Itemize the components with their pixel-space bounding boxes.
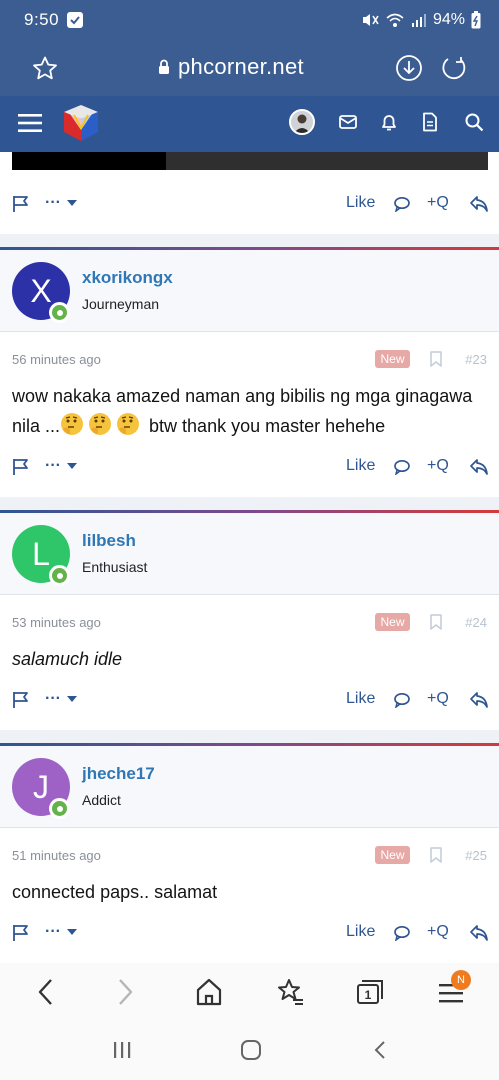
post-actions: ··· Like +Q	[0, 686, 499, 716]
url-text: phcorner.net	[178, 54, 304, 79]
multiquote-button[interactable]: +Q	[427, 457, 449, 475]
recent-apps-icon[interactable]	[112, 1040, 132, 1060]
multiquote-button[interactable]: +Q	[427, 923, 449, 941]
menu-notification-badge: N	[451, 970, 471, 990]
like-button[interactable]: Like	[346, 690, 375, 708]
reply-icon[interactable]	[393, 459, 411, 475]
multiquote-button[interactable]: +Q	[427, 690, 449, 708]
mail-icon[interactable]	[338, 112, 358, 132]
share-icon[interactable]	[469, 458, 489, 476]
star-bookmark-icon[interactable]	[32, 56, 58, 80]
online-status-icon	[49, 302, 70, 323]
username[interactable]: jheche17	[82, 764, 155, 784]
new-badge: New	[375, 846, 410, 864]
checkbox-notification-icon	[67, 12, 84, 28]
post-card: J jheche17 Addict 51 minutes ago New #25…	[0, 743, 499, 963]
battery-icon	[471, 11, 481, 29]
browser-bottom-bar: 1 N	[0, 963, 499, 1080]
thinking-emoji-icon	[60, 412, 144, 436]
post-message: wow nakaka amazed naman ang bibilis ng m…	[12, 381, 490, 441]
bookmarks-icon[interactable]	[276, 977, 304, 1007]
more-options-button[interactable]: ···	[45, 924, 77, 940]
post-number[interactable]: #24	[465, 615, 487, 630]
reload-icon[interactable]	[440, 54, 468, 82]
site-header	[0, 96, 499, 152]
share-icon[interactable]	[469, 691, 489, 709]
tabs-count: 1	[364, 988, 372, 1002]
share-icon[interactable]	[469, 195, 489, 213]
post-card: L lilbesh Enthusiast 53 minutes ago New …	[0, 510, 499, 730]
post-timestamp[interactable]: 56 minutes ago	[12, 352, 101, 367]
download-icon[interactable]	[395, 54, 423, 82]
post-actions: ··· Like +Q	[0, 190, 499, 220]
wifi-icon	[386, 13, 404, 27]
post-card-previous: ··· Like +Q	[0, 152, 499, 234]
bookmark-icon[interactable]	[430, 847, 442, 863]
like-button[interactable]: Like	[346, 923, 375, 941]
back-arrow-icon[interactable]	[34, 977, 56, 1007]
post-number[interactable]: #23	[465, 352, 487, 367]
post-message: connected paps.. salamat	[12, 882, 218, 902]
report-flag-icon[interactable]	[12, 691, 30, 709]
post-actions: ··· Like +Q	[0, 453, 499, 483]
embedded-image	[12, 152, 488, 170]
signal-icon	[411, 14, 426, 27]
post-number[interactable]: #25	[465, 848, 487, 863]
post-user-header: L lilbesh Enthusiast	[0, 513, 499, 595]
more-options-button[interactable]: ···	[45, 195, 77, 211]
battery-percent: 94%	[432, 11, 465, 28]
report-flag-icon[interactable]	[12, 195, 30, 213]
share-icon[interactable]	[469, 924, 489, 942]
document-icon[interactable]	[421, 112, 439, 132]
post-actions: ··· Like +Q	[0, 919, 499, 949]
more-options-button[interactable]: ···	[45, 691, 77, 707]
multiquote-button[interactable]: +Q	[427, 194, 449, 212]
report-flag-icon[interactable]	[12, 924, 30, 942]
tabs-icon[interactable]: 1	[355, 977, 385, 1007]
home-icon[interactable]	[195, 977, 223, 1007]
new-badge: New	[375, 613, 410, 631]
username[interactable]: lilbesh	[82, 531, 136, 551]
bookmark-icon[interactable]	[430, 614, 442, 630]
bookmark-icon[interactable]	[430, 351, 442, 367]
post-user-header: J jheche17 Addict	[0, 746, 499, 828]
user-title: Journeyman	[82, 296, 160, 312]
more-options-button[interactable]: ···	[45, 458, 77, 474]
post-user-header: X xkorikongx Journeyman	[0, 250, 499, 332]
user-title: Addict	[82, 792, 121, 808]
post-message-text-end: btw thank you master hehehe	[144, 416, 386, 436]
post-message: salamuch idle	[12, 649, 123, 669]
status-time: 9:50	[24, 10, 60, 29]
hamburger-menu-icon[interactable]	[18, 113, 42, 133]
post-card: X xkorikongx Journeyman 56 minutes ago N…	[0, 247, 499, 497]
like-button[interactable]: Like	[346, 457, 375, 475]
new-badge: New	[375, 350, 410, 368]
bell-icon[interactable]	[379, 112, 399, 132]
status-bar: 9:50 94%	[0, 0, 499, 40]
browser-url-bar: phcorner.net	[0, 40, 499, 96]
report-flag-icon[interactable]	[12, 458, 30, 476]
like-button[interactable]: Like	[346, 194, 375, 212]
online-status-icon	[49, 565, 70, 586]
forward-arrow-icon[interactable]	[115, 977, 137, 1007]
reply-icon[interactable]	[393, 196, 411, 212]
url-field[interactable]: phcorner.net	[158, 54, 304, 80]
user-avatar[interactable]	[289, 109, 315, 135]
reply-icon[interactable]	[393, 692, 411, 708]
user-title: Enthusiast	[82, 559, 148, 575]
post-timestamp[interactable]: 53 minutes ago	[12, 615, 101, 630]
username[interactable]: xkorikongx	[82, 268, 173, 288]
home-button-icon[interactable]	[240, 1040, 262, 1060]
lock-icon	[159, 59, 169, 74]
system-back-icon[interactable]	[372, 1040, 388, 1060]
reply-icon[interactable]	[393, 925, 411, 941]
online-status-icon	[49, 798, 70, 819]
search-icon[interactable]	[464, 112, 484, 132]
mute-icon	[362, 14, 379, 26]
site-logo[interactable]	[60, 102, 102, 144]
post-timestamp[interactable]: 51 minutes ago	[12, 848, 101, 863]
